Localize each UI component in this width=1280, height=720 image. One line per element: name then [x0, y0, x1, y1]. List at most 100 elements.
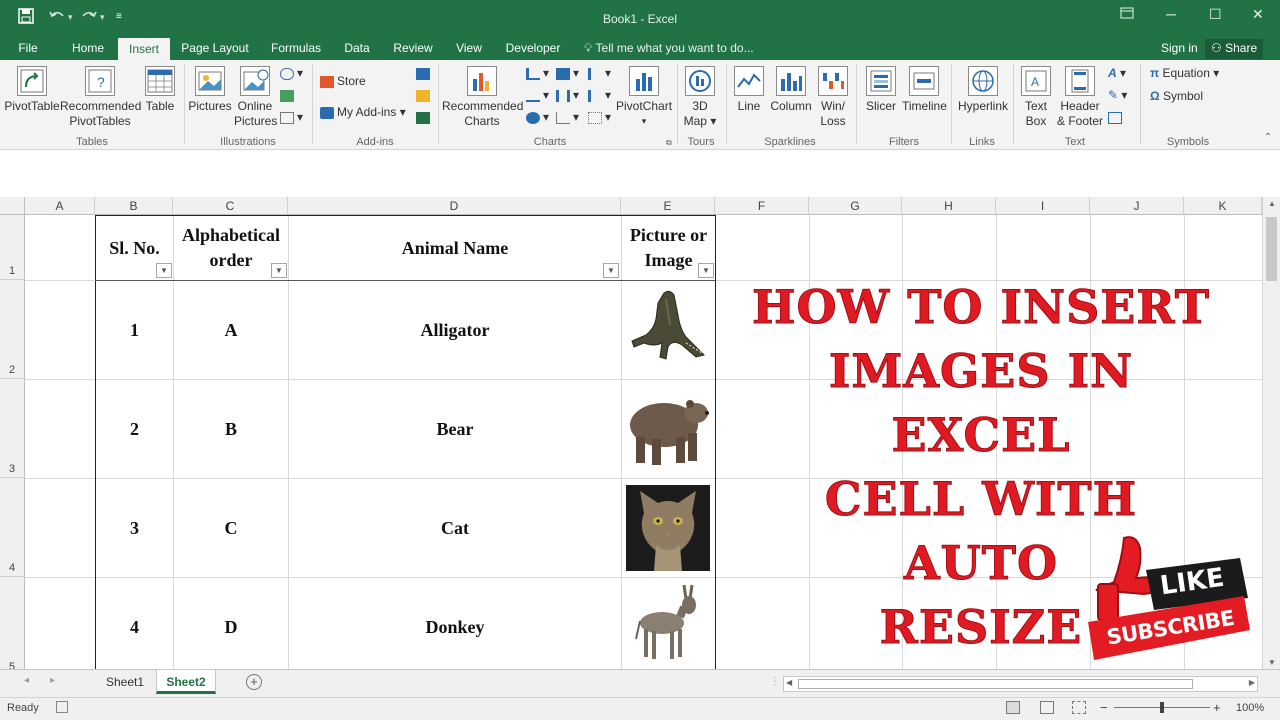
- shapes-button[interactable]: ▾: [280, 64, 303, 82]
- cell-slno[interactable]: 3: [96, 479, 173, 577]
- filter-dropdown-icon[interactable]: ▼: [603, 263, 619, 278]
- collapse-ribbon-icon[interactable]: ⌃: [1264, 132, 1272, 143]
- wordart-button[interactable]: A ▾: [1108, 64, 1126, 82]
- pie-chart-button[interactable]: ▾: [526, 108, 549, 126]
- zoom-in-icon[interactable]: +: [1213, 700, 1221, 715]
- scroll-down-icon[interactable]: ▼: [1268, 658, 1276, 667]
- cell-letter[interactable]: C: [174, 479, 288, 577]
- cell-animal-name[interactable]: Donkey: [289, 578, 621, 669]
- line-chart-button[interactable]: ▾: [526, 86, 549, 104]
- column-header-k[interactable]: K: [1184, 197, 1262, 215]
- sheet-scroll-right-icon[interactable]: ▸: [50, 675, 55, 686]
- timeline-button[interactable]: Timeline: [902, 66, 947, 114]
- column-header-j[interactable]: J: [1090, 197, 1184, 215]
- donkey-image[interactable]: [634, 581, 700, 663]
- scroll-right-icon[interactable]: ▶: [1249, 678, 1255, 687]
- cell-letter[interactable]: A: [174, 281, 288, 379]
- 3d-map-button[interactable]: 3D Map ▾: [680, 66, 720, 129]
- tab-split-handle-icon[interactable]: ⋮: [770, 676, 780, 687]
- table-button[interactable]: Table: [142, 66, 178, 114]
- object-button[interactable]: [1108, 108, 1125, 126]
- tab-review[interactable]: Review: [387, 38, 439, 60]
- recommended-charts-button[interactable]: Recommended Charts: [442, 66, 523, 129]
- cat-image[interactable]: [626, 485, 710, 571]
- page-layout-view-icon[interactable]: [1040, 701, 1054, 714]
- maximize-icon[interactable]: ☐: [1209, 6, 1222, 23]
- scroll-left-icon[interactable]: ◀: [786, 678, 792, 687]
- share-button[interactable]: ⚇ Share: [1205, 39, 1264, 59]
- column-header-c[interactable]: C: [173, 197, 288, 215]
- sign-in-link[interactable]: Sign in: [1161, 38, 1198, 58]
- scatter-chart-button[interactable]: ▾: [556, 108, 579, 126]
- pivottable-button[interactable]: PivotTable: [4, 66, 60, 114]
- alligator-image[interactable]: [626, 285, 708, 367]
- horizontal-scroll-thumb[interactable]: [798, 679, 1193, 689]
- statistic-chart-button[interactable]: ▾: [556, 86, 579, 104]
- column-header-e[interactable]: E: [621, 197, 715, 215]
- tab-formulas[interactable]: Formulas: [266, 38, 326, 60]
- symbol-button[interactable]: Ω Symbol: [1150, 87, 1203, 105]
- sparkline-line-button[interactable]: Line: [732, 66, 766, 114]
- column-header-f[interactable]: F: [715, 197, 809, 215]
- column-chart-button[interactable]: ▾: [526, 64, 549, 82]
- people-graph-icon[interactable]: [416, 64, 433, 82]
- text-box-button[interactable]: A Text Box: [1018, 66, 1054, 129]
- pictures-button[interactable]: Pictures: [188, 66, 232, 114]
- column-header-i[interactable]: I: [996, 197, 1090, 215]
- signature-line-button[interactable]: ✎ ▾: [1108, 86, 1127, 104]
- worksheet-grid[interactable]: A B C D E F G H I J K 1 2 3 4 5 Sl. No. …: [0, 197, 1262, 669]
- cell-animal-name[interactable]: Cat: [289, 479, 621, 577]
- filter-dropdown-icon[interactable]: ▼: [156, 263, 172, 278]
- equation-button[interactable]: π Equation ▾: [1150, 64, 1219, 82]
- combo-chart-button[interactable]: ▾: [588, 86, 611, 104]
- tell-me-box[interactable]: 💡︎ Tell me what you want to do...: [584, 38, 754, 60]
- tab-data[interactable]: Data: [337, 38, 377, 60]
- hierarchy-chart-button[interactable]: ▾: [556, 64, 579, 82]
- new-sheet-icon[interactable]: +: [246, 674, 262, 690]
- row-header-2[interactable]: 2: [0, 280, 25, 379]
- cell-animal-name[interactable]: Bear: [289, 380, 621, 478]
- filter-dropdown-icon[interactable]: ▼: [271, 263, 287, 278]
- tab-file[interactable]: File: [10, 38, 46, 60]
- tab-home[interactable]: Home: [65, 38, 111, 60]
- select-all-corner[interactable]: [0, 197, 25, 215]
- waterfall-chart-button[interactable]: ▾: [588, 64, 611, 82]
- vertical-scroll-thumb[interactable]: [1266, 217, 1277, 281]
- close-icon[interactable]: ✕: [1252, 6, 1264, 23]
- tab-insert[interactable]: Insert: [118, 38, 170, 60]
- column-header-d[interactable]: D: [288, 197, 621, 215]
- sheet-tab-sheet1[interactable]: Sheet1: [96, 670, 154, 694]
- sheet-scroll-left-icon[interactable]: ◂: [24, 675, 29, 686]
- row-header-3[interactable]: 3: [0, 379, 25, 478]
- recommended-pivottables-button[interactable]: ? Recommended PivotTables: [60, 66, 141, 129]
- bing-maps-icon[interactable]: [416, 86, 433, 104]
- ribbon-display-icon[interactable]: [1120, 6, 1134, 22]
- zoom-slider-thumb[interactable]: [1160, 702, 1164, 713]
- surface-chart-button[interactable]: ▾: [588, 108, 611, 126]
- tab-view[interactable]: View: [448, 38, 490, 60]
- charts-dialog-launcher-icon[interactable]: ⧉: [666, 138, 672, 148]
- column-header-b[interactable]: B: [95, 197, 173, 215]
- header-animal-name[interactable]: Animal Name: [289, 216, 621, 280]
- cell-slno[interactable]: 2: [96, 380, 173, 478]
- tab-developer[interactable]: Developer: [500, 38, 566, 60]
- sparkline-column-button[interactable]: Column: [768, 66, 814, 114]
- normal-view-icon[interactable]: [1006, 701, 1020, 714]
- macro-record-icon[interactable]: [56, 701, 68, 713]
- zoom-level[interactable]: 100%: [1236, 702, 1264, 714]
- horizontal-scrollbar[interactable]: ◀ ▶: [783, 676, 1258, 692]
- cell-letter[interactable]: D: [174, 578, 288, 669]
- store-button[interactable]: Store: [320, 72, 366, 90]
- page-break-view-icon[interactable]: [1072, 701, 1086, 714]
- smartart-button[interactable]: [280, 86, 297, 104]
- header-footer-button[interactable]: Header & Footer: [1056, 66, 1104, 129]
- row-header-4[interactable]: 4: [0, 478, 25, 577]
- column-header-a[interactable]: A: [25, 197, 95, 215]
- my-addins-button[interactable]: My Add-ins ▾: [320, 103, 406, 121]
- row-header-5[interactable]: 5: [0, 577, 25, 669]
- row-header-1[interactable]: 1: [0, 215, 25, 280]
- screenshot-button[interactable]: ▾: [280, 108, 303, 126]
- vertical-scrollbar[interactable]: ▲ ▼: [1262, 197, 1280, 669]
- column-header-g[interactable]: G: [809, 197, 902, 215]
- pivotchart-button[interactable]: PivotChart ▾: [616, 66, 672, 129]
